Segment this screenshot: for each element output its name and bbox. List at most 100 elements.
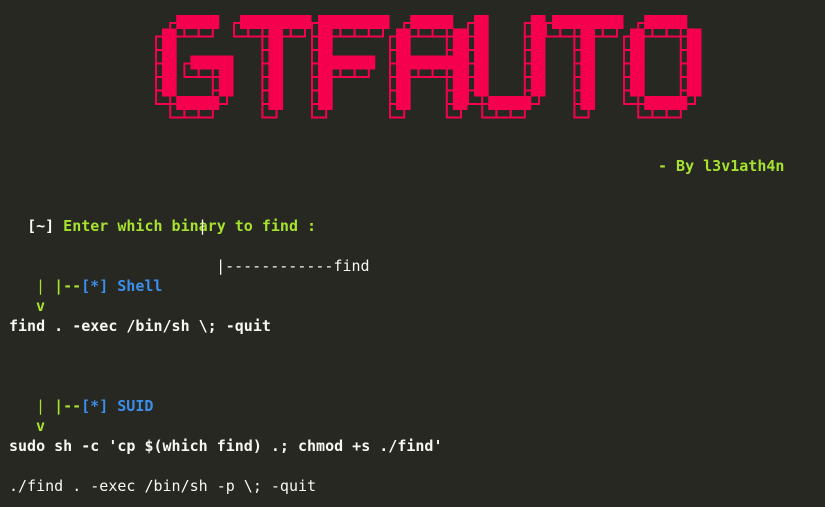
banner-pixel: [502, 96, 518, 110]
banner-pixel: [396, 96, 411, 110]
banner-pixel: [360, 55, 376, 70]
banner-pixel: [268, 82, 284, 97]
banner-pixel: [190, 15, 206, 29]
banner-pixel: [530, 82, 546, 97]
banner-pixel: [452, 42, 468, 56]
banner-pixel: [410, 15, 425, 29]
banner-pixel: [580, 69, 596, 83]
suid-marker: [*]: [81, 397, 109, 415]
banner-pixel: [580, 55, 596, 70]
banner-pixel: [318, 69, 333, 83]
banner-pixel: [162, 82, 177, 97]
banner-pixel: [318, 55, 333, 70]
banner-pixel: [218, 69, 234, 83]
banner-pixel: [630, 82, 645, 97]
banner-pixel: [566, 15, 581, 29]
shell-command: find . -exec /bin/sh \; -quit: [9, 317, 271, 335]
shell-marker: [*]: [81, 277, 109, 295]
banner-pixel: [218, 82, 234, 97]
tree-pipe: |: [198, 217, 208, 235]
shell-section-header: |--[*] Shell: [36, 256, 162, 295]
banner-pixel: [452, 69, 468, 83]
prompt-text: Enter which binary to find :: [54, 217, 317, 235]
banner-pixel: [474, 55, 489, 70]
banner-pixel: [162, 42, 177, 56]
banner-pixel: [438, 55, 454, 70]
shell-connector: |--: [54, 277, 82, 295]
prompt-line: [~] Enter which binary to find :: [9, 196, 316, 235]
banner-pixel: [346, 55, 362, 70]
banner-pixel: [438, 15, 454, 29]
banner-pixel: [410, 55, 425, 70]
suid-connector: |--: [54, 397, 82, 415]
banner-pixel: [672, 15, 688, 29]
terminal-window: { "banner": {"text": "GTFAUTO", "color":…: [0, 0, 825, 507]
banner-pixel: [162, 69, 177, 83]
banner-pixel: [318, 15, 333, 29]
banner-pixel: [396, 28, 411, 43]
banner-pixel: [396, 55, 411, 70]
banner-pixel: [282, 15, 298, 29]
banner-pixel: [594, 15, 610, 29]
banner-pixel: [530, 28, 546, 43]
banner-pixel: [254, 15, 269, 29]
banner-pixel: [580, 28, 596, 43]
banner-pixel: [318, 28, 333, 43]
banner-pixel: [686, 69, 702, 83]
banner-pixel: [318, 96, 333, 110]
banner-pixel: [580, 82, 596, 97]
banner-pixel: [608, 15, 624, 29]
author-credit: - By l3v1ath4n: [658, 157, 785, 175]
tree-branch: |------------find: [198, 236, 370, 275]
banner-pixel: [630, 42, 645, 56]
suid-title: SUID: [117, 397, 154, 415]
banner-pixel: [658, 96, 674, 110]
banner-pixel: [424, 55, 440, 70]
banner-pixel: [474, 42, 489, 56]
banner-pixel: [474, 69, 489, 83]
banner-pixel: [452, 96, 468, 110]
gtfauto-banner-logo: [155, 15, 702, 119]
banner-pixel: [686, 55, 702, 70]
banner-pixel: [296, 15, 312, 29]
banner-pixel: [658, 15, 674, 29]
banner-pixel: [452, 82, 468, 97]
banner-pixel: [530, 55, 546, 70]
banner-pixel: [686, 28, 702, 43]
banner-pixel: [162, 28, 177, 43]
banner-pixel: [530, 15, 546, 29]
banner-pixel: [176, 15, 191, 29]
tree-binary: find: [333, 257, 370, 275]
banner-pixel: [396, 69, 411, 83]
banner-pixel: [644, 96, 659, 110]
banner-pixel: [190, 55, 206, 70]
banner-pixel: [474, 82, 489, 97]
shell-title: Shell: [117, 277, 163, 295]
banner-pixel: [530, 69, 546, 83]
banner-pixel: [374, 15, 390, 29]
shell-arrow: v: [36, 297, 46, 315]
banner-pixel: [516, 96, 532, 110]
banner-pixel: [686, 82, 702, 97]
banner-pixel: [268, 55, 284, 70]
banner-pixel: [332, 15, 347, 29]
banner-pixel: [552, 15, 567, 29]
banner-pixel: [424, 15, 440, 29]
banner-pixel: [396, 42, 411, 56]
banner-pixel: [360, 15, 376, 29]
banner-pixel: [268, 28, 284, 43]
banner-pixel: [240, 15, 255, 29]
banner-pixel: [204, 15, 220, 29]
banner-pixel: [452, 55, 468, 70]
banner-pixel: [176, 96, 191, 110]
suid-arrow: v: [36, 417, 46, 435]
banner-pixel: [580, 15, 596, 29]
banner-pixel: [474, 15, 489, 29]
banner-pixel: [530, 42, 546, 56]
suid-section-header: |--[*] SUID: [36, 376, 153, 415]
suid-bar: |: [36, 397, 46, 415]
banner-pixel: [346, 15, 362, 29]
banner-pixel: [396, 82, 411, 97]
banner-pixel: [204, 55, 220, 70]
banner-pixel: [686, 42, 702, 56]
